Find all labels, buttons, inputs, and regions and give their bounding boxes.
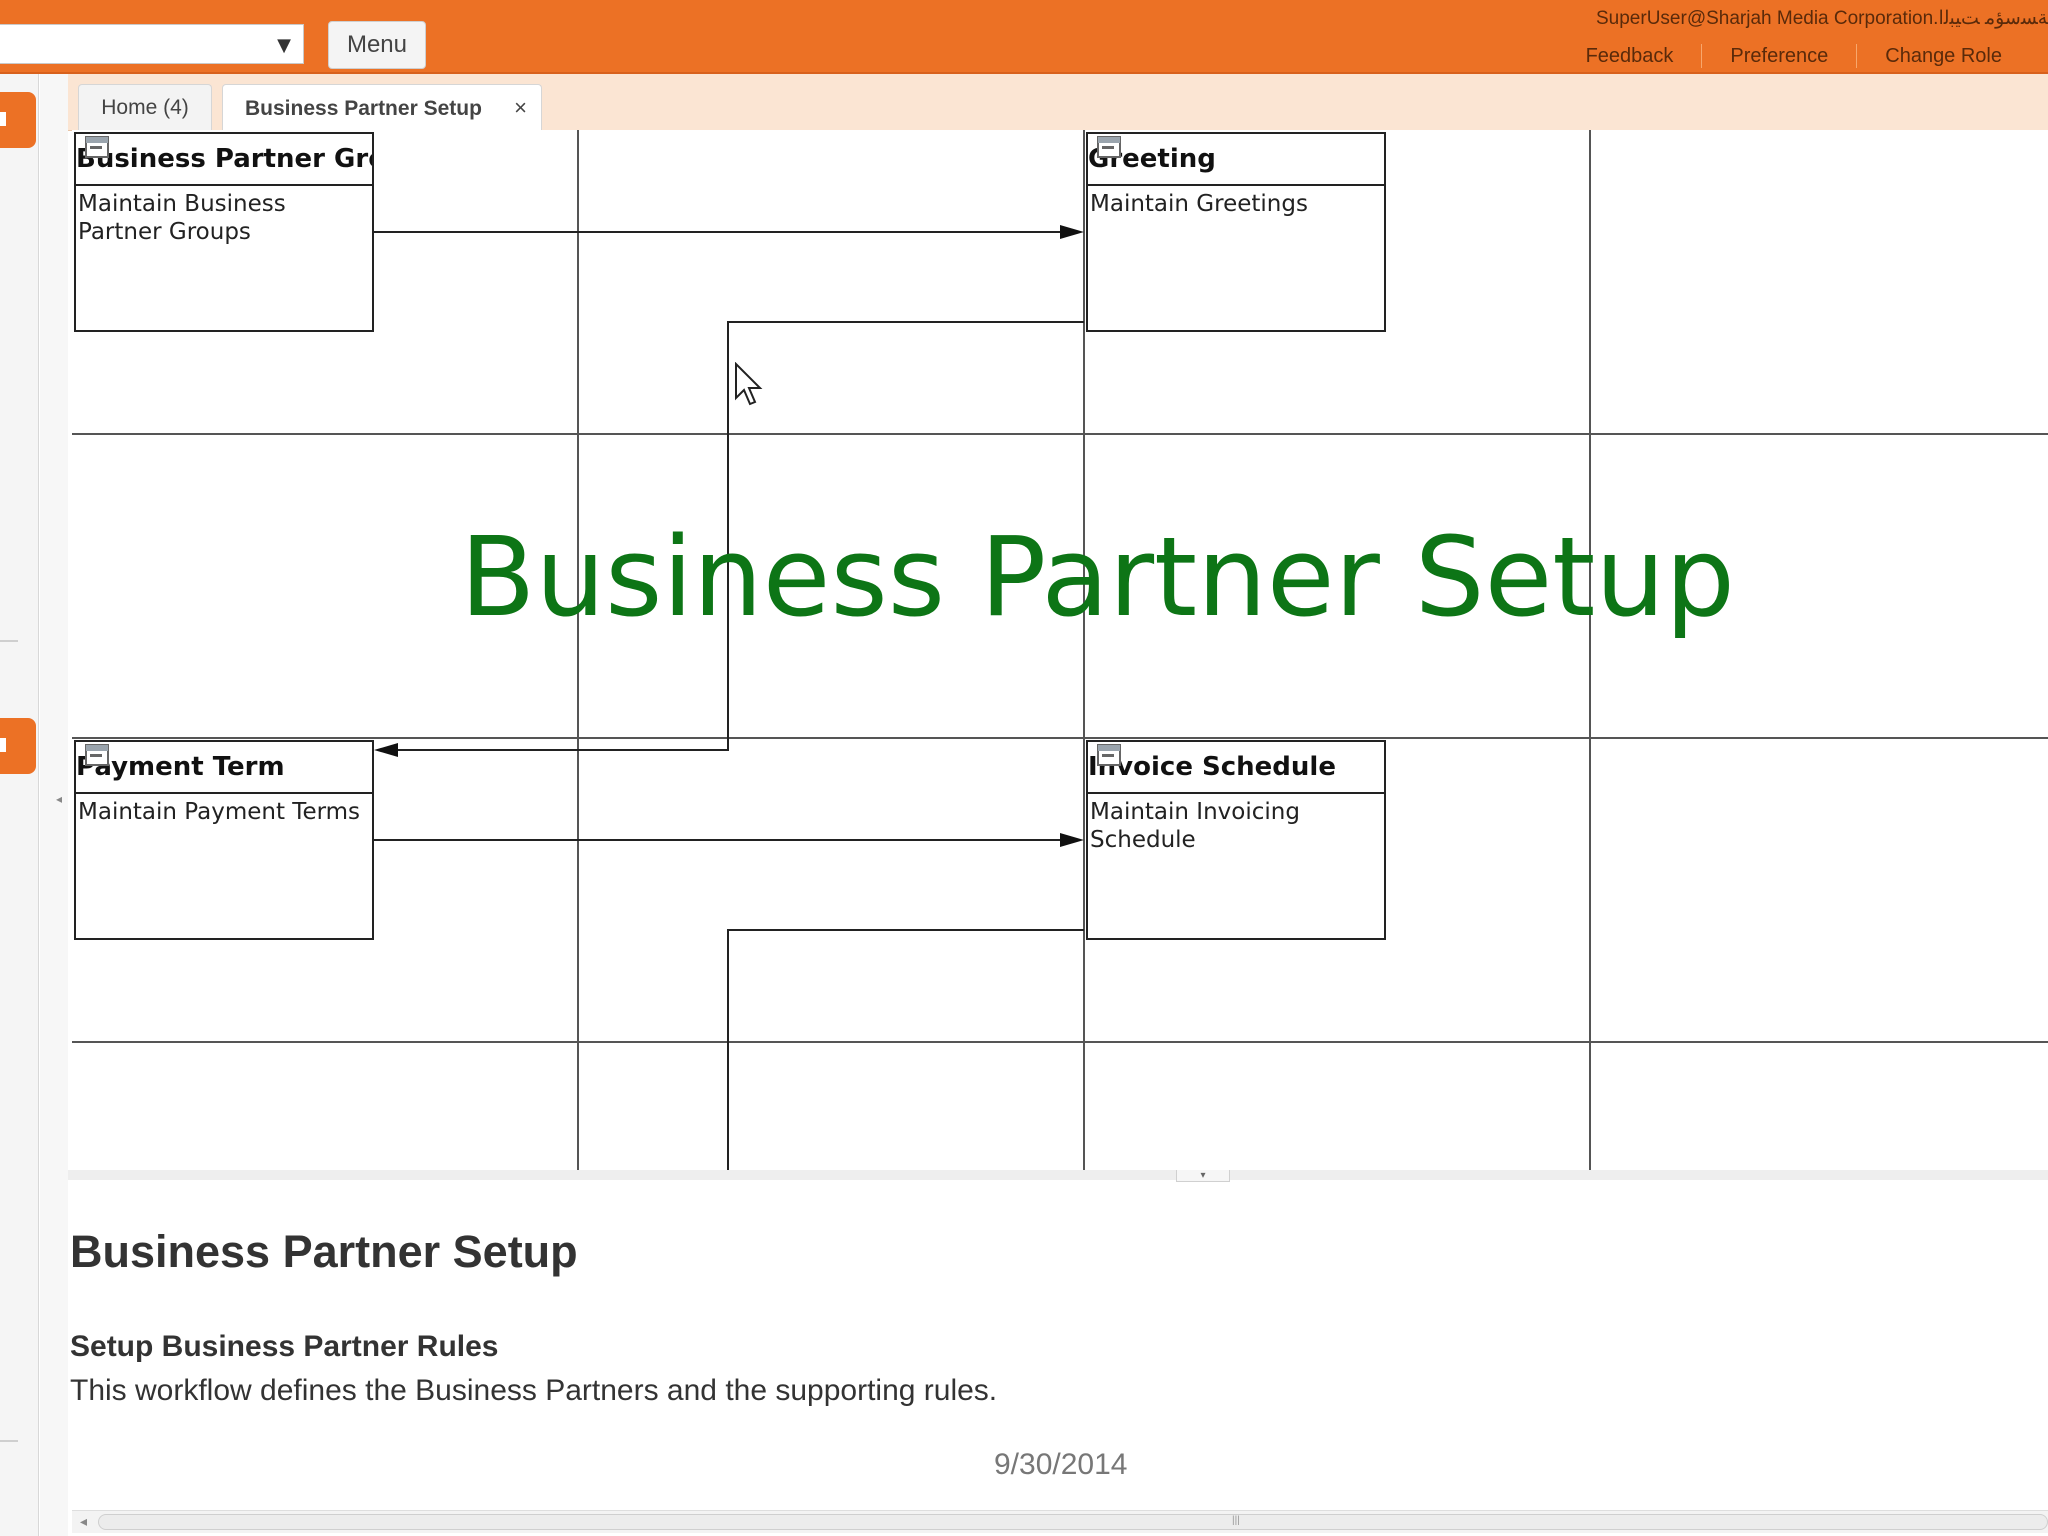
- menu-button[interactable]: Menu: [328, 21, 426, 69]
- panel-toggle-icon: [0, 112, 6, 126]
- chevron-down-icon[interactable]: ▼: [277, 35, 291, 56]
- feedback-link[interactable]: Feedback: [1558, 45, 1702, 68]
- node-header: Invoice Schedule: [1088, 742, 1384, 794]
- window-icon: [85, 744, 109, 766]
- node-description: Maintain Greetings: [1090, 191, 1308, 217]
- tab-label: Home (4): [101, 95, 189, 119]
- node-header: Payment Term: [76, 742, 372, 794]
- scrollbar-grip-icon: |||: [1232, 1515, 1240, 1526]
- panel-splitter[interactable]: [40, 74, 68, 1536]
- tab-home[interactable]: Home (4): [78, 84, 212, 130]
- scrollbar-thumb[interactable]: [98, 1514, 2048, 1530]
- slide-date: 9/30/2014: [994, 1448, 1128, 1481]
- detail-description: This workflow defines the Business Partn…: [70, 1374, 998, 1407]
- slide-overlay-title: Business Partner Setup: [460, 513, 1735, 641]
- mouse-pointer-icon: [735, 362, 763, 406]
- node-title: Invoice Schedule: [1088, 752, 1336, 782]
- panel-toggle-button[interactable]: [0, 92, 36, 148]
- horizontal-scrollbar[interactable]: ◂ |||: [72, 1510, 2048, 1533]
- window-icon: [1097, 744, 1121, 766]
- left-side-panel: [0, 74, 39, 1536]
- panel-toggle-icon: [0, 738, 6, 752]
- workflow-node-business-partner-group[interactable]: Business Partner Group Maintain Business…: [74, 132, 374, 332]
- window-icon: [85, 136, 109, 158]
- workflow-node-payment-term[interactable]: Payment Term Maintain Payment Terms: [74, 740, 374, 940]
- node-description: Maintain Payment Terms: [78, 799, 361, 825]
- node-description: Maintain Business Partner Groups: [78, 191, 286, 245]
- node-header: Greeting: [1088, 134, 1384, 186]
- tab-label: Business Partner Setup: [245, 96, 482, 120]
- window-icon: [1097, 136, 1121, 158]
- tab-business-partner-setup[interactable]: Business Partner Setup ×: [222, 84, 542, 132]
- workflow-node-invoice-schedule[interactable]: Invoice Schedule Maintain Invoicing Sche…: [1086, 740, 1386, 940]
- collapse-left-icon[interactable]: ◂: [56, 792, 62, 806]
- scroll-left-icon[interactable]: ◂: [80, 1513, 87, 1530]
- preference-link[interactable]: Preference: [1702, 45, 1856, 68]
- detail-pane-divider[interactable]: [68, 1170, 2048, 1180]
- detail-subtitle: Setup Business Partner Rules: [70, 1330, 499, 1363]
- menu-search-combo[interactable]: ▼: [0, 24, 304, 64]
- panel-toggle-button[interactable]: [0, 718, 36, 774]
- header-links: Feedback Preference Change Role: [1558, 44, 2030, 68]
- detail-title: Business Partner Setup: [70, 1226, 578, 1277]
- tab-strip: Home (4) Business Partner Setup ×: [68, 74, 2048, 132]
- workflow-node-greeting[interactable]: Greeting Maintain Greetings: [1086, 132, 1386, 332]
- node-header: Business Partner Group: [76, 134, 372, 186]
- close-icon[interactable]: ×: [514, 95, 527, 121]
- top-header: ▼ Menu SuperUser@Sharjah Media Corporati…: [0, 0, 2048, 74]
- user-info: SuperUser@Sharjah Media Corporation.ﺔﺴﺳﺆ…: [1596, 8, 2048, 29]
- collapse-down-icon[interactable]: ▾: [1176, 1170, 1230, 1182]
- node-title: Business Partner Group: [76, 144, 372, 174]
- panel-divider: [0, 640, 18, 642]
- workflow-diagram: Business Partner Group Maintain Business…: [72, 130, 2048, 1170]
- change-role-link[interactable]: Change Role: [1857, 45, 2030, 68]
- panel-divider: [0, 1440, 18, 1442]
- node-description: Maintain Invoicing Schedule: [1090, 799, 1300, 853]
- workflow-connectors: [374, 231, 1084, 1170]
